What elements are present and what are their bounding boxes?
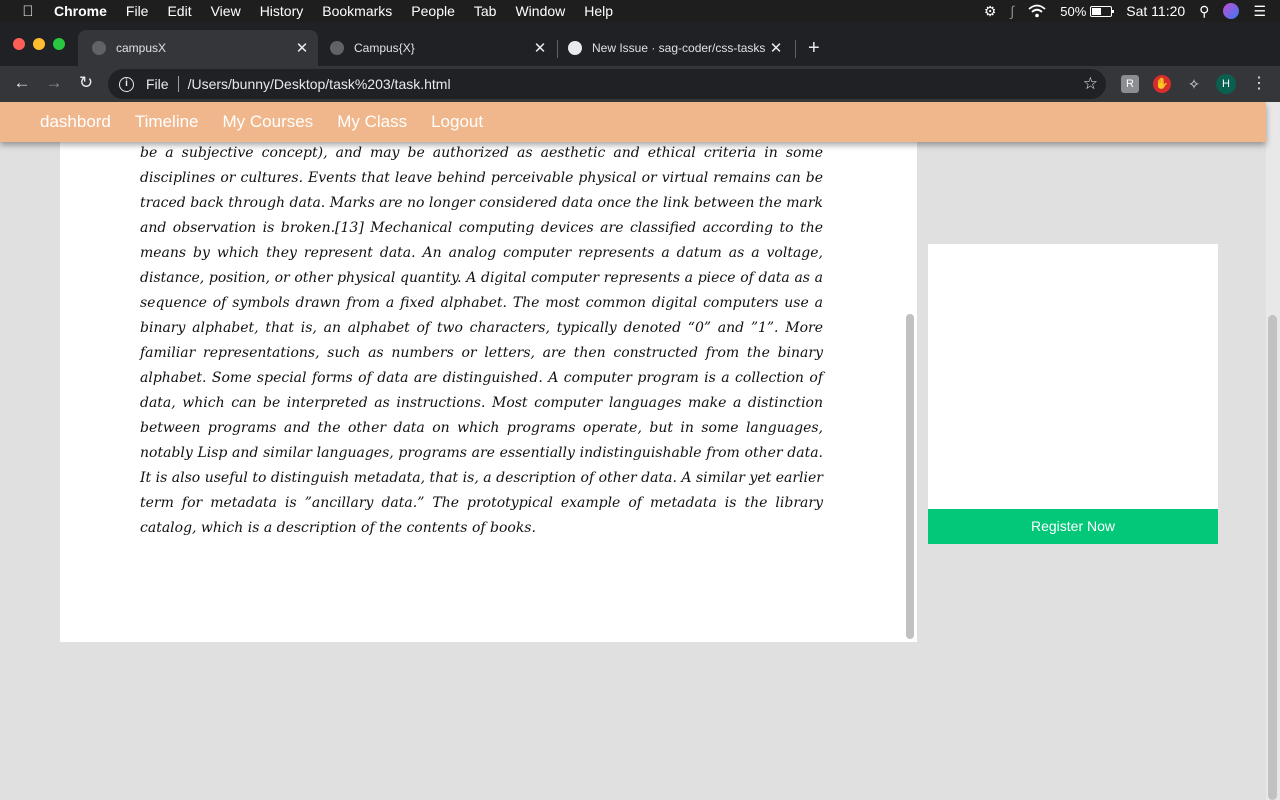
github-icon: [568, 41, 582, 55]
clock[interactable]: Sat 11:20: [1126, 3, 1185, 19]
minimize-window-button[interactable]: [33, 38, 45, 50]
maximize-window-button[interactable]: [53, 38, 65, 50]
tab-campus-x[interactable]: Campus{X} ✕: [316, 30, 556, 66]
close-tab-icon[interactable]: ✕: [768, 39, 784, 57]
browser-toolbar: ← → ↻ i File /Users/bunny/Desktop/task%2…: [0, 66, 1280, 102]
nav-logout[interactable]: Logout: [431, 112, 483, 132]
reload-icon[interactable]: ↻: [76, 73, 96, 93]
menu-people[interactable]: People: [411, 3, 455, 19]
menu-file[interactable]: File: [126, 3, 149, 19]
menu-tab[interactable]: Tab: [474, 3, 497, 19]
extension-r-icon[interactable]: R: [1121, 75, 1139, 93]
tab-divider: [795, 40, 796, 58]
spotlight-search-icon[interactable]: ⚲: [1199, 3, 1209, 20]
nav-dashboard[interactable]: dashbord: [40, 112, 111, 132]
back-icon[interactable]: ←: [12, 73, 32, 93]
chrome-menu-icon[interactable]: ⋮: [1250, 75, 1268, 93]
bluetooth-icon[interactable]: ∫: [1010, 3, 1014, 19]
macos-menu-bar:  Chrome File Edit View History Bookmark…: [0, 0, 1280, 22]
activity-monitor-icon[interactable]: ⚙: [984, 3, 997, 20]
url-divider: [177, 76, 179, 92]
battery-percent: 50%: [1060, 3, 1087, 19]
address-bar[interactable]: i File /Users/bunny/Desktop/task%203/tas…: [108, 69, 1106, 99]
close-window-button[interactable]: [13, 38, 25, 50]
menu-chrome[interactable]: Chrome: [54, 3, 107, 19]
browser-tab-strip: campusX ✕ Campus{X} ✕ New Issue · sag-co…: [0, 22, 1280, 66]
nav-my-courses[interactable]: My Courses: [223, 112, 314, 132]
control-center-icon[interactable]: ☰: [1253, 3, 1266, 20]
globe-icon: [92, 41, 106, 55]
site-info-icon[interactable]: i: [119, 76, 134, 92]
menu-view[interactable]: View: [211, 3, 241, 19]
tab-new-issue[interactable]: New Issue · sag-coder/css-tasks ✕: [554, 30, 794, 66]
profile-avatar[interactable]: H: [1216, 74, 1236, 94]
menu-history[interactable]: History: [260, 3, 304, 19]
tab-title: Campus{X}: [354, 41, 415, 55]
menu-edit[interactable]: Edit: [167, 3, 191, 19]
tab-campusx[interactable]: campusX ✕: [78, 30, 318, 66]
close-tab-icon[interactable]: ✕: [294, 39, 310, 57]
app-menus: Chrome File Edit View History Bookmarks …: [54, 3, 632, 19]
url-scheme: File: [146, 76, 169, 92]
url-text[interactable]: /Users/bunny/Desktop/task%203/task.html: [188, 76, 451, 92]
tab-title: New Issue · sag-coder/css-tasks: [592, 41, 766, 55]
siri-icon[interactable]: [1223, 3, 1240, 19]
extension-hand-icon[interactable]: ✋: [1153, 75, 1171, 93]
extensions-puzzle-icon[interactable]: ✧: [1185, 75, 1203, 93]
wifi-icon[interactable]: [1028, 4, 1046, 18]
close-tab-icon[interactable]: ✕: [532, 39, 548, 57]
tab-title: campusX: [116, 41, 167, 55]
article-text: be a subjective concept), and may be aut…: [140, 145, 823, 536]
status-area: ⚙ ∫ 50% Sat 11:20 ⚲ ☰: [970, 0, 1266, 22]
forward-icon[interactable]: →: [44, 73, 64, 93]
battery-icon[interactable]: [1090, 5, 1115, 17]
page-scrollbar[interactable]: [1268, 315, 1277, 800]
menu-window[interactable]: Window: [515, 3, 565, 19]
article-scrollbar[interactable]: [906, 314, 914, 639]
menu-bookmarks[interactable]: Bookmarks: [322, 3, 392, 19]
site-navbar: dashbord Timeline My Courses My Class Lo…: [0, 102, 1266, 142]
bookmark-star-icon[interactable]: ☆: [1083, 74, 1098, 94]
apple-menu-icon[interactable]: : [20, 0, 36, 22]
globe-icon: [330, 41, 344, 55]
new-tab-icon[interactable]: +: [808, 38, 820, 58]
menu-help[interactable]: Help: [584, 3, 613, 19]
page-viewport: dashbord Timeline My Courses My Class Lo…: [0, 102, 1280, 800]
nav-timeline[interactable]: Timeline: [135, 112, 199, 132]
nav-my-class[interactable]: My Class: [337, 112, 407, 132]
register-card: Register Now: [928, 244, 1218, 544]
article-card: be a subjective concept), and may be aut…: [60, 142, 917, 642]
register-now-button[interactable]: Register Now: [928, 509, 1218, 544]
